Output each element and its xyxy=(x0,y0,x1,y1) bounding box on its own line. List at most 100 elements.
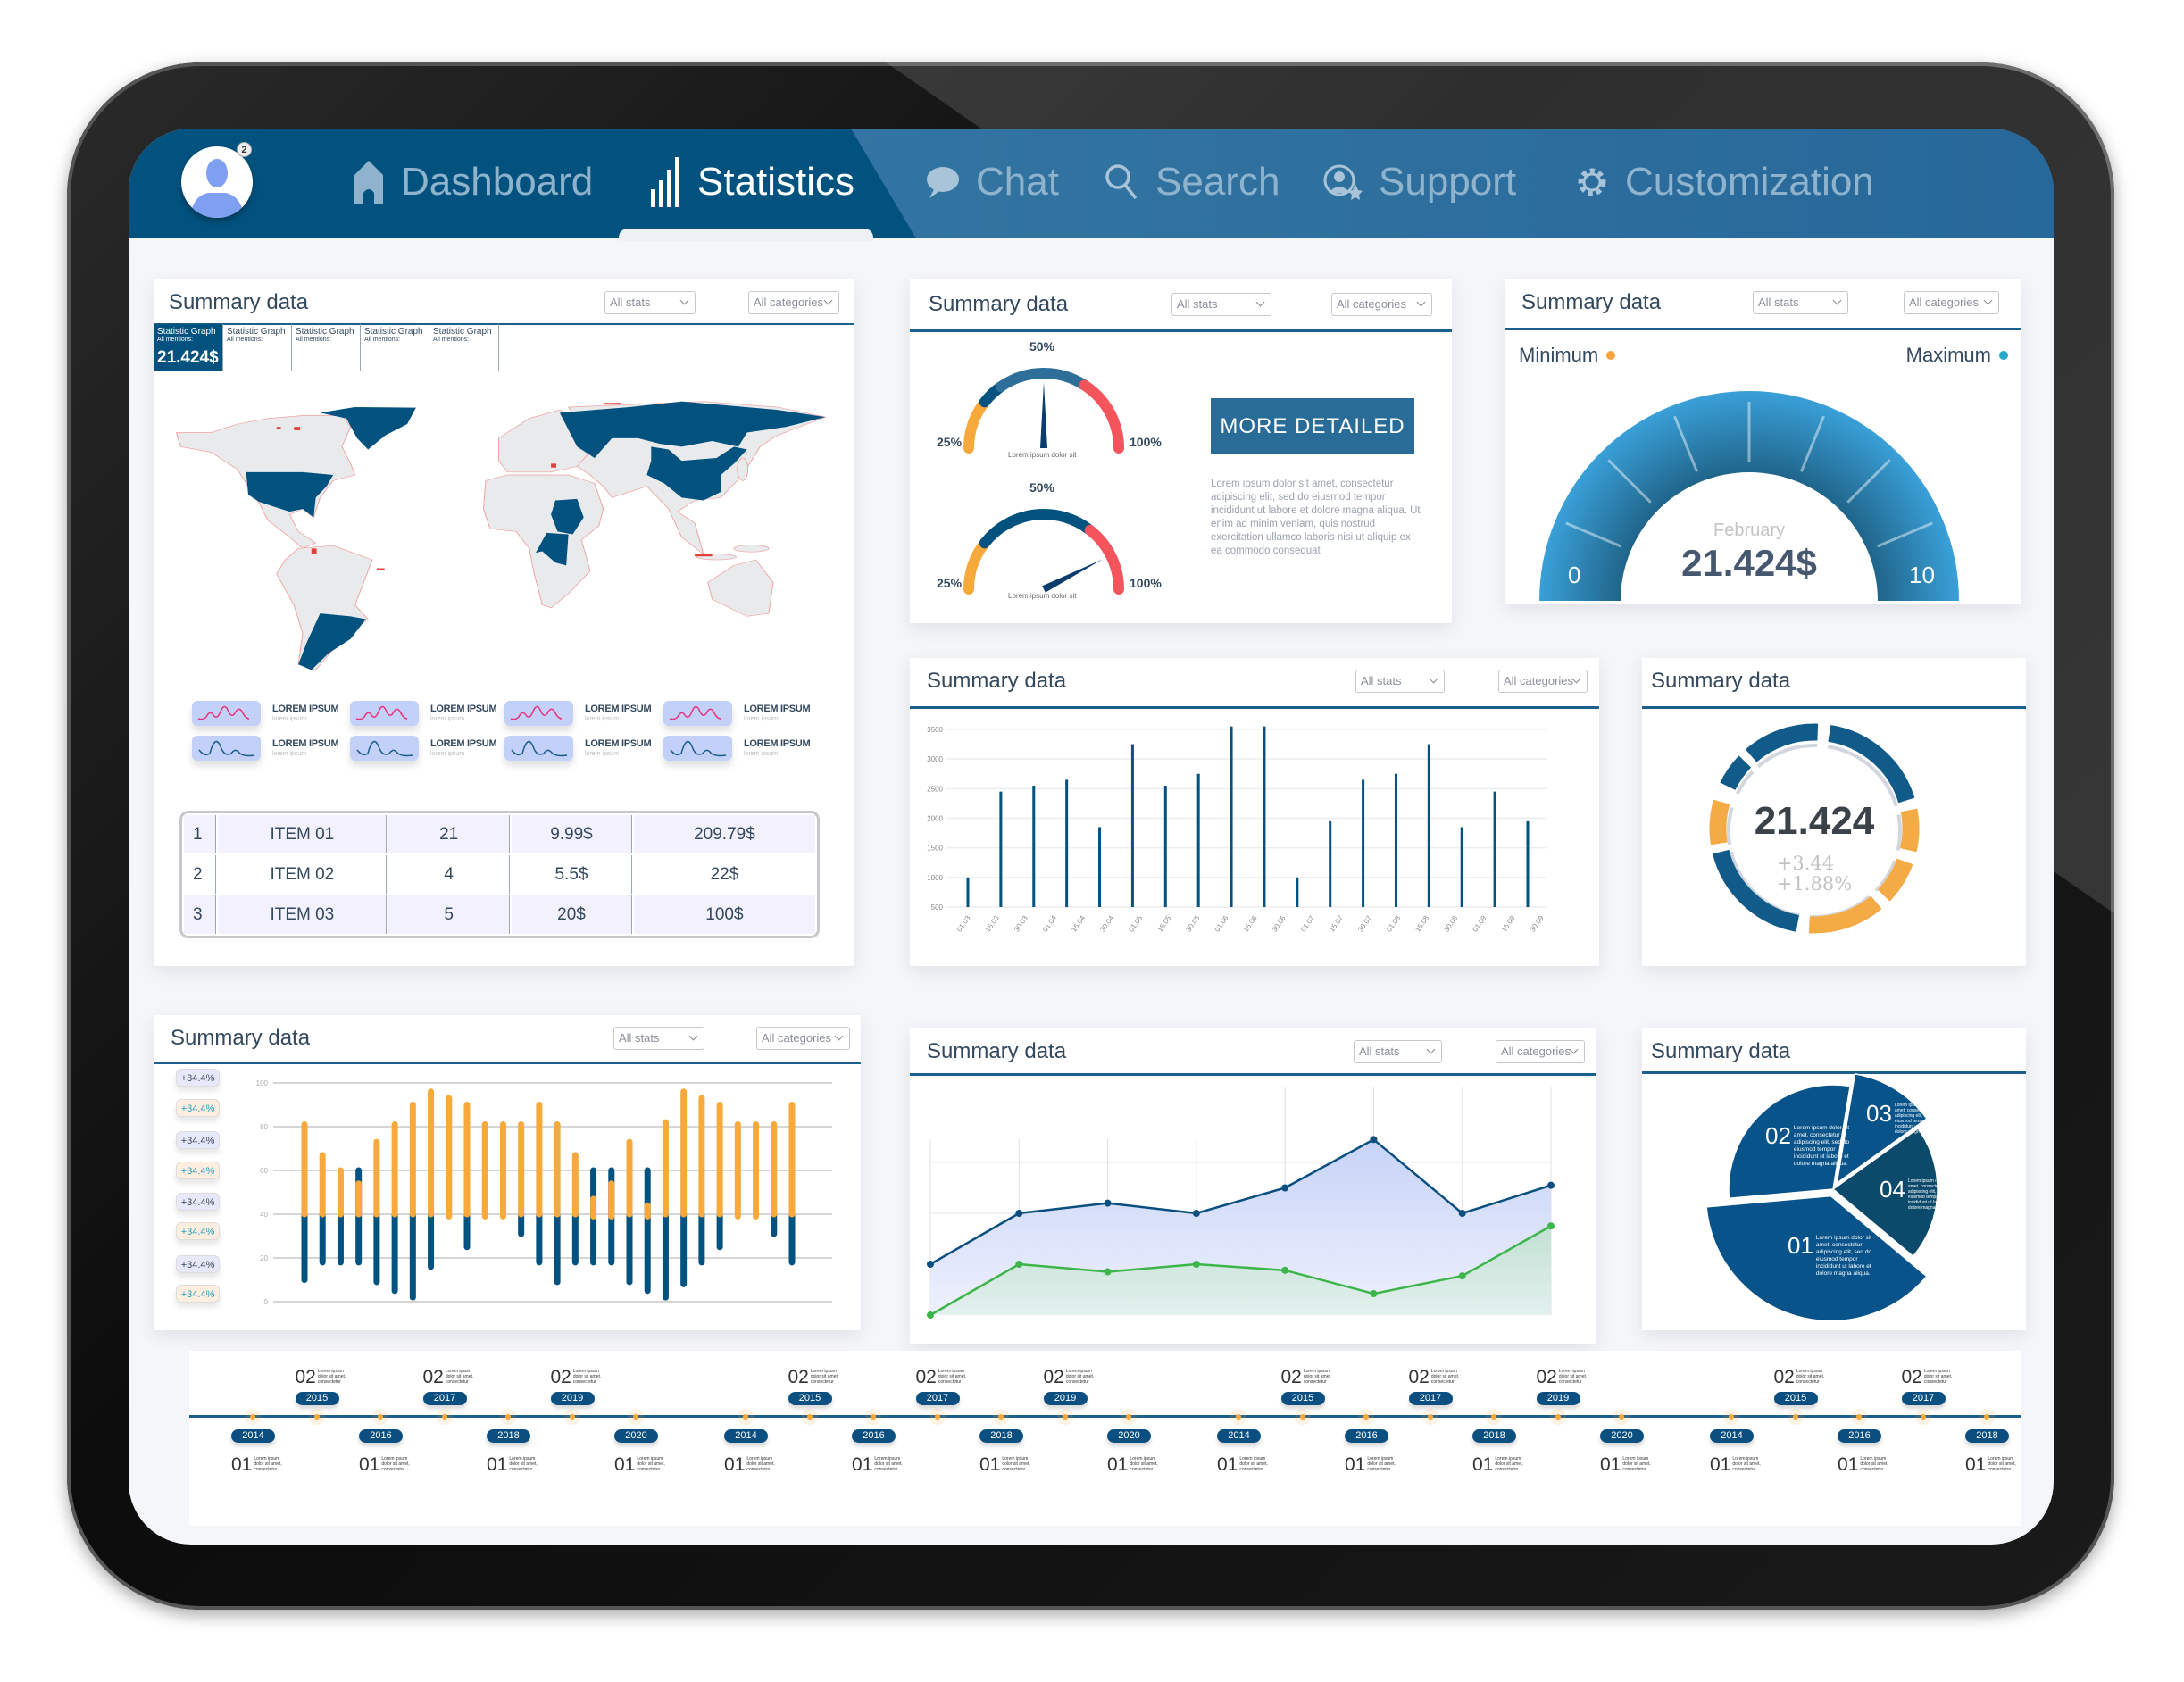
timeline-year[interactable]: 2018 xyxy=(1472,1429,1516,1443)
timeline-year[interactable]: 2014 xyxy=(1710,1429,1754,1443)
gauge2-max-label: 100% xyxy=(1130,576,1162,590)
entry-number: 01 xyxy=(1838,1454,1859,1475)
entry-number: 02 xyxy=(1773,1367,1795,1387)
timeline-year[interactable]: 2017 xyxy=(915,1392,960,1405)
timeline-year[interactable]: 2014 xyxy=(231,1429,275,1443)
avatar[interactable] xyxy=(181,146,253,218)
sparkline-tile[interactable] xyxy=(192,701,261,726)
more-detailed-button[interactable]: MORE DETAILED xyxy=(1211,398,1414,454)
pie-chart xyxy=(1705,1073,1938,1322)
sparkline-line xyxy=(670,740,727,757)
gauge-segment xyxy=(995,368,1090,393)
nav-statistics[interactable]: Statistics xyxy=(651,155,854,209)
y-tick-label: 20 xyxy=(260,1254,268,1262)
categories-select[interactable]: All categories xyxy=(748,291,839,314)
stat-tab-2[interactable]: Statistic Graph All mentions: xyxy=(223,324,292,371)
timeline-node xyxy=(1427,1414,1433,1420)
select-value: All stats xyxy=(610,296,651,309)
timeline-year[interactable]: 2017 xyxy=(1901,1392,1946,1405)
timeline-entry: 01 Lorem ipsum dolor sit amet, consectetu… xyxy=(1965,1454,2020,1476)
stat-tab-3[interactable]: Statistic Graph All mentions: xyxy=(292,324,361,371)
timeline-year[interactable]: 2016 xyxy=(1345,1429,1388,1443)
table-cell: 3 xyxy=(184,895,217,934)
tab-title: Statistic Graph xyxy=(227,327,286,337)
australia xyxy=(707,559,774,617)
bar xyxy=(1460,827,1463,907)
timeline-year[interactable]: 2015 xyxy=(1773,1392,1818,1405)
meter-value: 21.424$ xyxy=(1681,542,1817,584)
timeline-year[interactable]: 2020 xyxy=(614,1429,658,1443)
timeline-entry: 02 Lorem ipsum dolor sit amet, consectetu… xyxy=(788,1367,843,1388)
entry-number: 01 xyxy=(1107,1454,1129,1475)
timeline-node xyxy=(1729,1414,1734,1420)
nav-customization[interactable]: Customization xyxy=(1575,155,1874,209)
description-text: Lorem ipsum dolor sit amet, consectetur … xyxy=(1211,479,1421,556)
timeline: 2014 01 Lorem ipsum dolor sit amet, consec… xyxy=(189,1351,2021,1526)
entry-text: Lorem ipsum dolor sit amet, consectetur xyxy=(637,1456,665,1472)
timeline-year[interactable]: 2014 xyxy=(724,1429,768,1443)
timeline-year[interactable]: 2015 xyxy=(295,1392,339,1405)
stats-select[interactable]: All stats xyxy=(604,291,696,314)
y-tick-label: 3000 xyxy=(927,755,943,763)
timeline-year[interactable]: 2015 xyxy=(1280,1392,1325,1405)
nav-label: Customization xyxy=(1625,160,1874,204)
stat-tab-1[interactable]: Statistic Graph All mentions: 21.424$ xyxy=(154,324,223,371)
timeline-entry: 01 Lorem ipsum dolor sit amet, consectetu… xyxy=(1600,1454,1655,1476)
timeline-year[interactable]: 2017 xyxy=(422,1392,467,1405)
sparkline-tile[interactable] xyxy=(504,701,573,726)
chat-bubble-icon xyxy=(927,167,959,198)
sparkline-tile[interactable] xyxy=(350,736,419,761)
stat-tab-4[interactable]: Statistic Graph All mentions: xyxy=(361,324,429,371)
entry-number: 01 xyxy=(1600,1454,1621,1475)
x-tick-label: 30.06 xyxy=(1271,914,1288,934)
timeline-entry: 02 Lorem ipsum dolor sit amet, consectetu… xyxy=(1044,1367,1098,1388)
entry-text: Lorem ipsum dolor sit amet, consectetur xyxy=(1065,1369,1095,1385)
sparkline-tile[interactable] xyxy=(504,736,573,761)
tab-sub: All mentions: xyxy=(433,337,470,343)
x-tick-label: 01.06 xyxy=(1213,914,1230,934)
notification-badge[interactable]: 2 xyxy=(237,142,252,157)
categories-select[interactable]: All categories xyxy=(1331,293,1432,316)
timeline-year[interactable]: 2020 xyxy=(1600,1429,1644,1443)
stat-tab-5[interactable]: Statistic Graph All mentions: xyxy=(429,324,499,371)
timeline-entry: 02 Lorem ipsum dolor sit amet, consectetu… xyxy=(1281,1367,1336,1388)
timeline-year[interactable]: 2015 xyxy=(788,1392,832,1405)
sparkline xyxy=(356,740,413,757)
timeline-year[interactable]: 2016 xyxy=(359,1429,403,1443)
nav-label: Support xyxy=(1379,160,1517,204)
nav-support[interactable]: Support xyxy=(1323,155,1516,209)
donut-segment xyxy=(1808,895,1882,934)
timeline-year[interactable]: 2016 xyxy=(852,1429,896,1443)
timeline-year[interactable]: 2020 xyxy=(1107,1429,1151,1443)
timeline-entry: 01 Lorem ipsum dolor sit amet, consectetu… xyxy=(614,1454,669,1476)
search-icon xyxy=(1105,164,1138,200)
slice-number: 01 xyxy=(1788,1232,1813,1259)
timeline-year[interactable]: 2019 xyxy=(1536,1392,1580,1405)
nav-dashboard[interactable]: Dashboard xyxy=(353,155,593,209)
y-tick-label: 2500 xyxy=(927,785,943,793)
entry-number: 01 xyxy=(231,1454,253,1475)
timeline-node xyxy=(1920,1414,1926,1420)
entry-number: 02 xyxy=(422,1367,444,1387)
nav-search[interactable]: Search xyxy=(1104,155,1280,209)
data-point xyxy=(927,1311,934,1319)
timeline-year[interactable]: 2018 xyxy=(487,1429,530,1443)
timeline-year[interactable]: 2018 xyxy=(1965,1429,2009,1443)
entry-number: 02 xyxy=(788,1367,809,1387)
timeline-year[interactable]: 2017 xyxy=(1408,1392,1453,1405)
timeline-year[interactable]: 2019 xyxy=(550,1392,595,1405)
table-cell: 4 xyxy=(388,855,511,894)
sparkline-tile[interactable] xyxy=(350,701,419,726)
timeline-year[interactable]: 2016 xyxy=(1838,1429,1881,1443)
sparkline-tile[interactable] xyxy=(192,736,261,761)
timeline-year[interactable]: 2018 xyxy=(979,1429,1023,1443)
home-icon xyxy=(354,161,383,204)
nav-chat[interactable]: Chat xyxy=(924,155,1059,209)
timeline-node xyxy=(313,1414,320,1420)
timeline-year[interactable]: 2019 xyxy=(1043,1392,1088,1405)
sparkline-tile[interactable] xyxy=(663,701,732,726)
sparkline-tile[interactable] xyxy=(663,736,732,761)
sparkline-title: LOREM IPSUM xyxy=(744,738,811,749)
timeline-entry: 01 Lorem ipsum dolor sit amet, consectetu… xyxy=(1107,1454,1162,1476)
timeline-year[interactable]: 2014 xyxy=(1217,1429,1261,1443)
